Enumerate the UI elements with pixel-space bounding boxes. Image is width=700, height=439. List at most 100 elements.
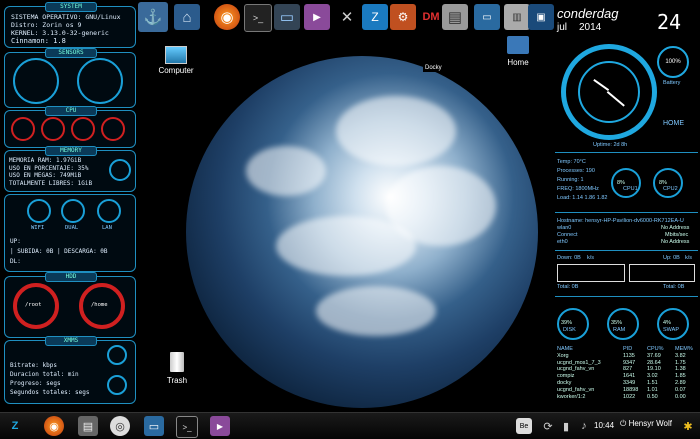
left-conky-widget: SYSTEM SISTEMA OPERATIVO: GNU/Linux Dist… <box>0 0 138 412</box>
home-label: Home <box>507 58 529 67</box>
running-text: Running: 1 <box>557 177 584 183</box>
user-name: Hensyr Wolf <box>628 419 672 428</box>
dm-icon[interactable]: DM <box>418 4 444 30</box>
cpu-gauge <box>101 117 125 141</box>
zorin-icon[interactable]: Z <box>362 4 388 30</box>
media-icon[interactable]: ▶ <box>304 4 330 30</box>
hostname-text: Hostname: hensyr-HP-Pavilion-dv6000-RK71… <box>557 218 684 224</box>
header-pid: PID <box>623 346 633 352</box>
computer-desktop-icon[interactable]: Computer <box>156 46 196 75</box>
window-icon[interactable]: ▭ <box>474 4 500 30</box>
process-cell: 18898 <box>623 386 639 393</box>
wlan0-label: wlan0 <box>557 225 572 231</box>
monitor-icon[interactable]: ▭ <box>144 416 164 436</box>
be-indicator[interactable]: Be <box>516 418 532 434</box>
net-up-line: UP: <box>10 238 21 245</box>
terminal-icon[interactable]: >_ <box>244 4 272 32</box>
processes-text: Processes: 190 <box>557 168 595 174</box>
total-up: Total: 0B <box>663 284 685 290</box>
process-cell: docky <box>557 379 572 386</box>
year-text: 2014 <box>579 22 602 33</box>
memory-gauge <box>109 159 131 181</box>
dual-label: DUAL <box>65 225 79 231</box>
volume-icon[interactable]: ♪ <box>574 416 594 436</box>
computer-icon[interactable]: ▭ <box>274 4 300 30</box>
connect-value: Mbits/sec <box>665 232 689 238</box>
cpu-gauge <box>41 117 65 141</box>
lan-gauge <box>97 199 121 223</box>
tools-icon[interactable]: ✕ <box>334 4 360 30</box>
battery-icon[interactable]: ▮ <box>556 416 576 436</box>
memory-line: MEMORIA RAM: 1.97GiB <box>9 157 82 164</box>
trash-desktop-icon[interactable]: Trash <box>160 352 194 385</box>
wlan0-value: No Address <box>661 225 690 231</box>
system-line: Distro: Zorin os 9 <box>11 21 82 29</box>
process-row: ucgnd_mos1_7_3 9347 28.64 1.75 <box>557 360 697 367</box>
xmms-line: Bitrate: kbps <box>10 362 57 369</box>
day-text: 24 <box>657 10 682 34</box>
monitor-icon[interactable]: ▣ <box>528 4 554 30</box>
total-down: Total: 0B <box>557 284 579 290</box>
home-folder-icon <box>507 36 529 54</box>
net-down-line: DL: <box>10 258 21 265</box>
load-text: Load: 1.14 1.86 1.82 <box>557 195 608 201</box>
home-label: HOME <box>663 120 684 127</box>
memory-line: USO EN PORCENTAJE: 35% <box>9 164 89 172</box>
home-desktop-icon[interactable]: Home <box>500 36 536 67</box>
drive-icon[interactable]: ▤ <box>442 4 468 30</box>
up-unit: k/s <box>685 255 693 261</box>
process-cell: 1.51 <box>647 379 658 386</box>
trash-icon <box>170 352 184 372</box>
firefox-icon[interactable]: ◉ <box>214 4 240 30</box>
firefox-icon[interactable]: ◉ <box>44 416 64 436</box>
connect-label: Connect <box>557 232 578 238</box>
process-cell: 0.00 <box>675 393 686 400</box>
cpu2-label: CPU2 <box>663 186 678 192</box>
clock[interactable]: 10:44 <box>594 421 614 430</box>
zorin-menu-icon[interactable]: Z <box>4 416 26 436</box>
system-panel: SYSTEM SISTEMA OPERATIVO: GNU/Linux Dist… <box>4 2 136 48</box>
files-icon[interactable]: ▥ <box>504 4 530 30</box>
process-cell: 1.01 <box>647 386 658 393</box>
process-cell: ucgnd_mos1_7_3 <box>557 359 601 366</box>
home-folder-icon[interactable]: ⌂ <box>174 4 200 30</box>
process-header: NAME PID CPU% MEM% <box>557 346 697 353</box>
process-cell: 0.07 <box>675 386 686 393</box>
net-speed-line: | SUBIDA: 0B | DESCARGA: 0B <box>10 248 108 255</box>
process-cell: Xorg <box>557 352 569 359</box>
earth-wallpaper <box>186 56 538 408</box>
notification-icon[interactable]: ✱ <box>678 416 698 436</box>
settings-icon[interactable]: ⚙ <box>390 4 416 30</box>
ram-pct: 35% <box>611 320 623 326</box>
anchor-icon[interactable]: ⚓ <box>138 2 168 32</box>
clock-ring <box>561 44 657 140</box>
terminal-icon[interactable]: >_ <box>176 416 198 438</box>
process-cell: 1135 <box>623 352 635 359</box>
process-cell: ucgnd_fahv_vn <box>557 386 595 393</box>
taskbar: Z ◉ ▤ ◎ ▭ >_ ▶ Be ⟳ ▮ ♪ 10:44 ⏻ Hensyr W… <box>0 412 700 439</box>
process-cell: 19.10 <box>647 366 661 373</box>
process-cell: 3349 <box>623 379 636 386</box>
process-cell: 1.75 <box>675 359 686 366</box>
xmms-gauge <box>107 375 127 395</box>
xmms-line: Segundos totales: segs <box>10 389 90 396</box>
up-graph <box>629 264 695 282</box>
hdd-title: HDD <box>45 272 97 282</box>
process-row: compiz 1641 3.02 1.85 <box>557 373 697 380</box>
xmms-panel: XMMS Bitrate: kbps Duracion total: min P… <box>4 336 136 404</box>
browser-icon[interactable]: ◎ <box>110 416 130 436</box>
swap-pct: 4% <box>663 320 671 326</box>
eth0-value: No Address <box>661 239 690 245</box>
lan-label: LAN <box>102 225 112 231</box>
power-icon: ⏻ <box>620 419 627 428</box>
media-icon[interactable]: ▶ <box>210 416 230 436</box>
tray-icon[interactable]: ⟳ <box>538 416 558 436</box>
memory-panel: MEMORY MEMORIA RAM: 1.97GiB USO EN PORCE… <box>4 146 136 192</box>
process-cell: 1.85 <box>675 373 686 380</box>
files-icon[interactable]: ▤ <box>78 416 98 436</box>
sensors-panel: SENSORS <box>4 48 136 108</box>
user-menu[interactable]: ⏻ Hensyr Wolf <box>620 419 672 429</box>
uptime-text: Uptime: 2d 8h <box>593 142 628 148</box>
up-text: Up: 0B <box>663 255 680 261</box>
process-row: docky 3349 1.51 2.89 <box>557 380 697 387</box>
